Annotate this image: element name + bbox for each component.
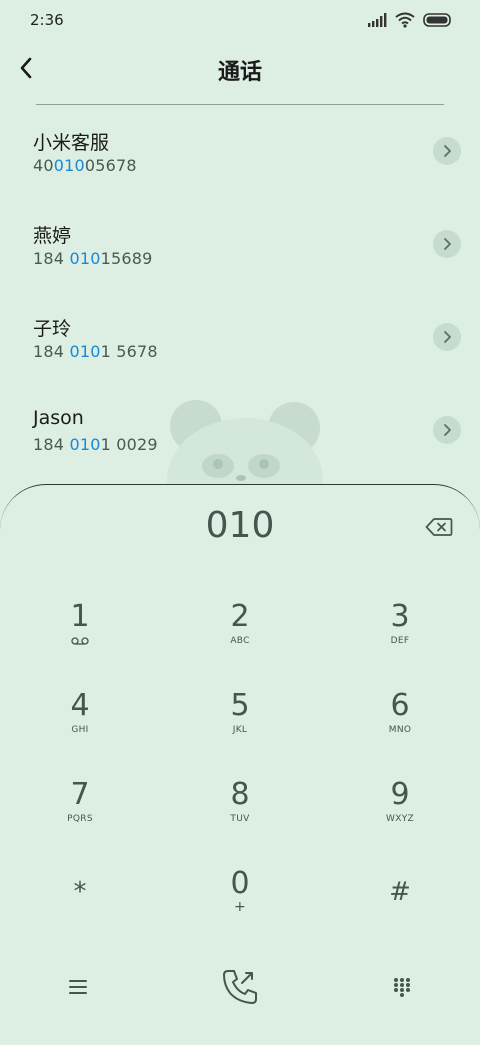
contact-name: 子玲 — [33, 318, 72, 340]
status-icons — [367, 12, 453, 28]
key-letters: MNO — [388, 725, 412, 735]
contact-name: 小米客服 — [33, 132, 110, 154]
key-digit: 1 — [70, 599, 90, 634]
page-title: 通话 — [217, 60, 262, 85]
dial-key-3[interactable]: 3 DEF — [340, 592, 460, 672]
dial-key-9[interactable]: 9 WXYZ — [340, 770, 460, 850]
number-match: 010 — [69, 249, 101, 268]
status-time: 2:36 — [30, 11, 64, 29]
number-suffix: 1 5678 — [100, 342, 158, 361]
key-letters: JKL — [232, 725, 248, 735]
contact-detail-button[interactable] — [433, 137, 461, 165]
key-digit: 5 — [230, 688, 250, 723]
wifi-icon — [395, 12, 415, 28]
contact-number: 184 0101 0029 — [33, 435, 158, 454]
dial-key-2[interactable]: 2 ABC — [180, 592, 300, 672]
list-item[interactable]: 燕婷 184 01015689 — [0, 203, 480, 296]
header: 通话 — [0, 44, 480, 100]
dial-key-7[interactable]: 7 PQRS — [20, 770, 140, 850]
dialpad-panel: 010 1 2 ABC 3 DEF 4 GHI 5 JKL 6 MNO 7 PQ… — [0, 484, 480, 1045]
chevron-right-icon — [444, 331, 451, 343]
backspace-button[interactable] — [425, 517, 453, 537]
key-digit: 9 — [390, 777, 410, 812]
number-suffix: 15689 — [100, 249, 153, 268]
number-match: 010 — [69, 435, 101, 454]
key-letters: ABC — [230, 636, 250, 646]
dial-key-1[interactable]: 1 — [20, 592, 140, 672]
list-item[interactable]: 小米客服 4001005678 — [0, 110, 480, 203]
menu-icon — [69, 980, 87, 994]
dial-key-0[interactable]: 0 + — [180, 859, 300, 939]
dialed-number: 010 — [205, 505, 275, 546]
dial-key-5[interactable]: 5 JKL — [180, 681, 300, 761]
key-digit: * — [73, 877, 87, 907]
list-item[interactable]: 子玲 184 0101 5678 — [0, 296, 480, 389]
dial-key-8[interactable]: 8 TUV — [180, 770, 300, 850]
list-item[interactable]: Jason 184 0101 0029 — [0, 389, 480, 482]
key-digit: 2 — [230, 599, 250, 634]
number-suffix: 1 0029 — [100, 435, 158, 454]
key-digit: 0 — [230, 866, 250, 901]
number-prefix: 184 — [33, 249, 70, 268]
contact-detail-button[interactable] — [433, 416, 461, 444]
key-letters: DEF — [390, 636, 410, 646]
key-letters: + — [233, 899, 247, 915]
contact-list: 小米客服 4001005678 燕婷 184 01015689 子玲 184 0… — [0, 110, 480, 482]
contact-detail-button[interactable] — [433, 230, 461, 258]
chevron-right-icon — [444, 238, 451, 250]
dial-key-star[interactable]: * — [20, 859, 140, 939]
contact-number: 4001005678 — [33, 156, 137, 175]
number-prefix: 184 — [33, 342, 70, 361]
call-button[interactable] — [210, 962, 270, 1012]
status-bar: 2:36 — [0, 0, 480, 40]
number-prefix: 184 — [33, 435, 70, 454]
contact-detail-button[interactable] — [433, 323, 461, 351]
dialpad-toggle-button[interactable] — [372, 962, 432, 1012]
contact-name: Jason — [33, 407, 84, 429]
backspace-icon — [425, 518, 453, 536]
dialpad-grid-icon — [394, 978, 410, 997]
contact-number: 184 01015689 — [33, 249, 152, 268]
menu-button[interactable] — [48, 962, 108, 1012]
voicemail-icon — [71, 637, 89, 645]
key-digit: 8 — [230, 777, 250, 812]
chevron-right-icon — [444, 145, 451, 157]
key-letters: TUV — [230, 814, 250, 824]
signal-icon — [368, 13, 387, 27]
key-digit: 3 — [390, 599, 410, 634]
number-prefix: 40 — [33, 156, 54, 175]
battery-icon — [423, 13, 451, 27]
number-suffix: 05678 — [84, 156, 137, 175]
key-letters: GHI — [71, 725, 89, 735]
key-digit: # — [389, 877, 411, 907]
contact-number: 184 0101 5678 — [33, 342, 158, 361]
number-match: 010 — [69, 342, 101, 361]
contact-name: 燕婷 — [33, 225, 72, 247]
number-match: 010 — [53, 156, 85, 175]
key-letters: WXYZ — [386, 814, 414, 824]
key-digit: 6 — [390, 688, 410, 723]
key-digit: 4 — [70, 688, 90, 723]
phone-icon — [223, 970, 257, 1004]
dial-key-hash[interactable]: # — [340, 859, 460, 939]
key-digit: 7 — [70, 777, 90, 812]
dial-key-4[interactable]: 4 GHI — [20, 681, 140, 761]
chevron-right-icon — [444, 424, 451, 436]
key-letters: PQRS — [67, 814, 93, 824]
dial-key-6[interactable]: 6 MNO — [340, 681, 460, 761]
header-divider — [36, 104, 444, 105]
